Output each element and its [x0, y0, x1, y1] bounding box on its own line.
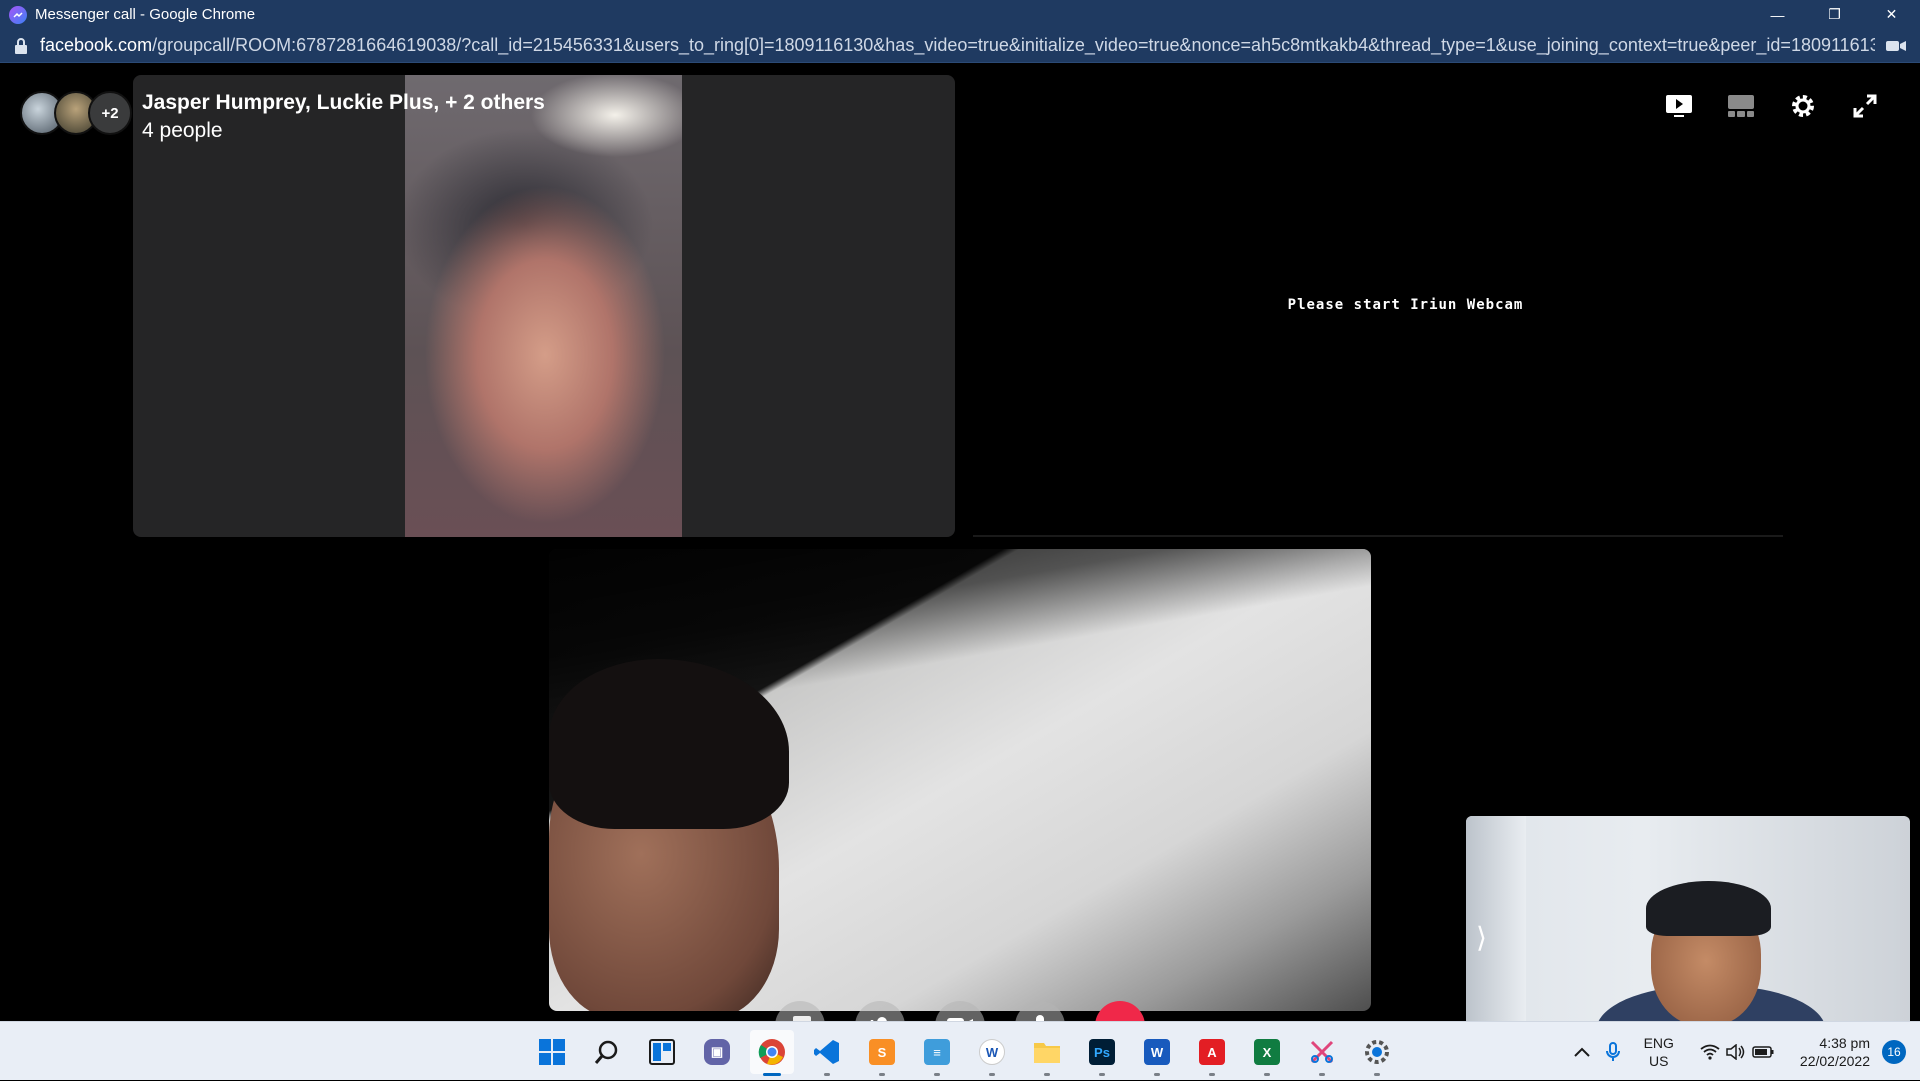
acrobat-icon[interactable]: A	[1190, 1030, 1234, 1076]
writer-icon[interactable]: W	[970, 1030, 1014, 1076]
participant-avatars[interactable]: +2	[20, 91, 132, 135]
call-area: Please start Iriun Webcam +2 Jasper Hump…	[0, 64, 1920, 1066]
camera-in-use-icon[interactable]	[1886, 39, 1906, 53]
notification-badge[interactable]: 16	[1882, 1039, 1906, 1064]
window-title: Messenger call - Google Chrome	[35, 6, 256, 23]
play-icon[interactable]	[1648, 88, 1710, 124]
lock-icon	[15, 37, 27, 54]
microphone-icon[interactable]	[1605, 1041, 1620, 1062]
word-icon[interactable]: W	[1135, 1030, 1179, 1076]
url-text[interactable]: facebook.com/groupcall/ROOM:678728166461…	[40, 35, 1875, 56]
clock[interactable]: 4:38 pm 22/02/2022	[1800, 1034, 1870, 1070]
chrome-icon[interactable]	[750, 1030, 794, 1076]
people-count: 4 people	[142, 119, 223, 142]
top-controls	[1648, 88, 1896, 124]
notepad-icon[interactable]: ≡	[915, 1030, 959, 1076]
more-participants-badge: +2	[88, 91, 132, 135]
volume-icon[interactable]	[1726, 1043, 1746, 1060]
system-tray: ENG US 4:38 pm 22/02/2022 16	[1573, 1022, 1920, 1081]
url-path: /groupcall/ROOM:6787281664619038/?call_i…	[152, 35, 1875, 55]
browser-titlebar: Messenger call - Google Chrome — ❐ ✕	[0, 0, 1920, 29]
main-participant-video[interactable]	[549, 549, 1371, 1011]
file-explorer-icon[interactable]	[1025, 1030, 1069, 1076]
call-header: Jasper Humprey, Luckie Plus, + 2 others …	[142, 91, 545, 143]
restore-button[interactable]: ❐	[1806, 0, 1863, 29]
snipping-tool-icon[interactable]	[1300, 1030, 1344, 1076]
taskbar: ▣ S ≡ W Ps W A X ENG US 4:38 pm 22/02/20…	[0, 1021, 1920, 1080]
gear-icon[interactable]	[1772, 88, 1834, 124]
clock-time: 4:38 pm	[1819, 1034, 1870, 1051]
participant-tile-1[interactable]	[133, 75, 955, 537]
clock-date: 22/02/2022	[1799, 1052, 1870, 1069]
minimize-button[interactable]: —	[1749, 0, 1806, 29]
url-host: facebook.com	[40, 35, 153, 55]
webcam-message: Please start Iriun Webcam	[1287, 297, 1524, 313]
close-button[interactable]: ✕	[1863, 0, 1920, 29]
language-indicator[interactable]: ENG US	[1644, 1034, 1674, 1070]
chevron-right-icon[interactable]: ⟩	[1476, 921, 1487, 954]
photoshop-icon[interactable]: Ps	[1080, 1030, 1124, 1076]
search-icon[interactable]	[585, 1030, 629, 1074]
chat-icon[interactable]: ▣	[695, 1030, 739, 1074]
widgets-icon[interactable]	[640, 1030, 684, 1074]
battery-icon[interactable]	[1752, 1045, 1774, 1058]
start-button[interactable]	[530, 1030, 574, 1074]
participants-title: Jasper Humprey, Luckie Plus, + 2 others	[142, 91, 545, 114]
grid-icon[interactable]	[1710, 88, 1772, 124]
excel-icon[interactable]: X	[1245, 1030, 1289, 1076]
settings-icon[interactable]	[1355, 1030, 1399, 1076]
address-bar[interactable]: facebook.com/groupcall/ROOM:678728166461…	[0, 29, 1920, 63]
sublime-icon[interactable]: S	[860, 1030, 904, 1076]
wifi-icon[interactable]	[1700, 1044, 1720, 1060]
vscode-icon[interactable]	[805, 1030, 849, 1076]
participant-tile-2[interactable]: Please start Iriun Webcam	[973, 75, 1783, 537]
chevron-up-icon[interactable]	[1573, 1047, 1590, 1057]
expand-icon[interactable]	[1834, 88, 1896, 124]
messenger-icon	[9, 5, 27, 24]
participant-video-1	[405, 75, 682, 537]
